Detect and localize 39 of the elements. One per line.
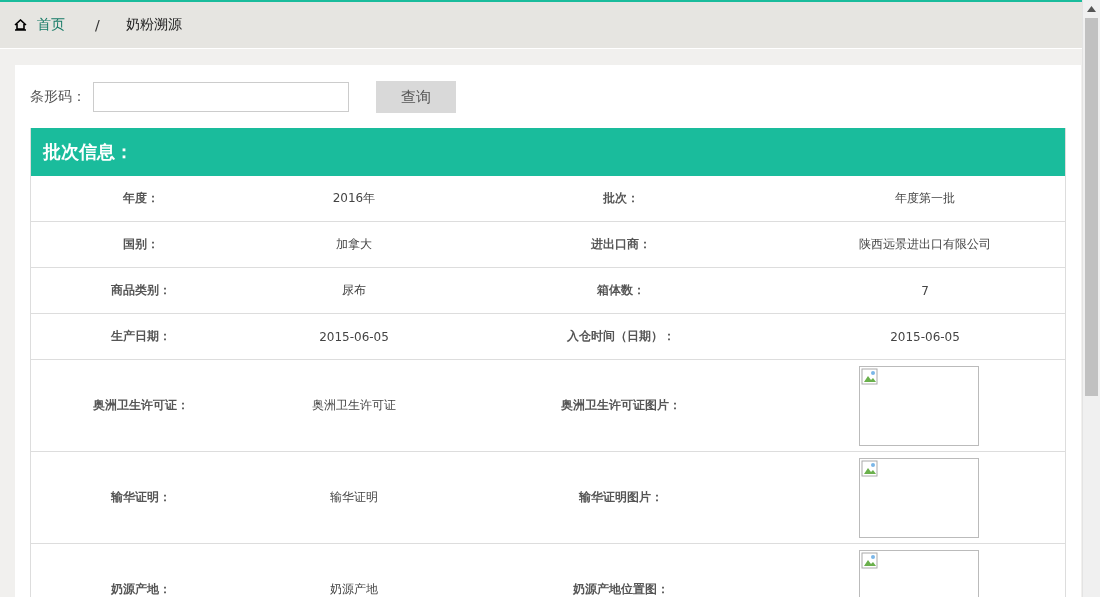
field-value: 年度第一批 <box>895 190 955 207</box>
field-value: 7 <box>921 283 929 298</box>
field-label: 年度： <box>123 190 159 207</box>
scroll-up-icon[interactable] <box>1087 6 1096 12</box>
field-value: 陕西远景进出口有限公司 <box>859 236 991 253</box>
field-label: 奥洲卫生许可证： <box>93 397 189 414</box>
field-label: 奶源产地位置图： <box>573 581 669 597</box>
field-label: 国别： <box>123 236 159 253</box>
breadcrumb-separator: / <box>95 17 100 33</box>
field-label: 输华证明图片： <box>579 489 663 506</box>
field-label: 奶源产地： <box>111 581 171 597</box>
home-icon[interactable] <box>14 19 27 31</box>
field-value: 尿布 <box>342 282 366 299</box>
field-value: 奥洲卫生许可证 <box>312 397 396 414</box>
field-label: 进出口商： <box>591 236 651 253</box>
query-button[interactable]: 查询 <box>376 81 456 113</box>
broken-image-icon <box>861 367 879 386</box>
field-label: 入仓时间（日期）： <box>567 328 675 345</box>
scroll-thumb[interactable] <box>1085 18 1098 396</box>
home-link[interactable]: 首页 <box>37 16 65 34</box>
field-label: 生产日期： <box>111 328 171 345</box>
field-value: 加拿大 <box>336 236 372 253</box>
field-value: 2016年 <box>332 190 376 207</box>
field-value: 输华证明 <box>330 489 378 506</box>
field-label: 奥洲卫生许可证图片： <box>561 397 681 414</box>
barcode-label: 条形码： <box>30 88 87 106</box>
barcode-field[interactable] <box>93 82 349 112</box>
scrollbar[interactable] <box>1082 0 1100 597</box>
field-value: 奶源产地 <box>330 581 378 597</box>
field-value: 2015-06-05 <box>319 329 389 344</box>
field-label: 商品类别： <box>111 282 171 299</box>
field-label: 箱体数： <box>597 282 645 299</box>
breadcrumb-current: 奶粉溯源 <box>125 16 182 34</box>
broken-image-icon <box>861 459 879 478</box>
field-label: 批次： <box>603 190 639 207</box>
field-value: 2015-06-05 <box>890 329 960 344</box>
field-label: 输华证明： <box>111 489 171 506</box>
panel-title: 批次信息： <box>31 128 1065 176</box>
broken-image-icon <box>861 551 879 570</box>
